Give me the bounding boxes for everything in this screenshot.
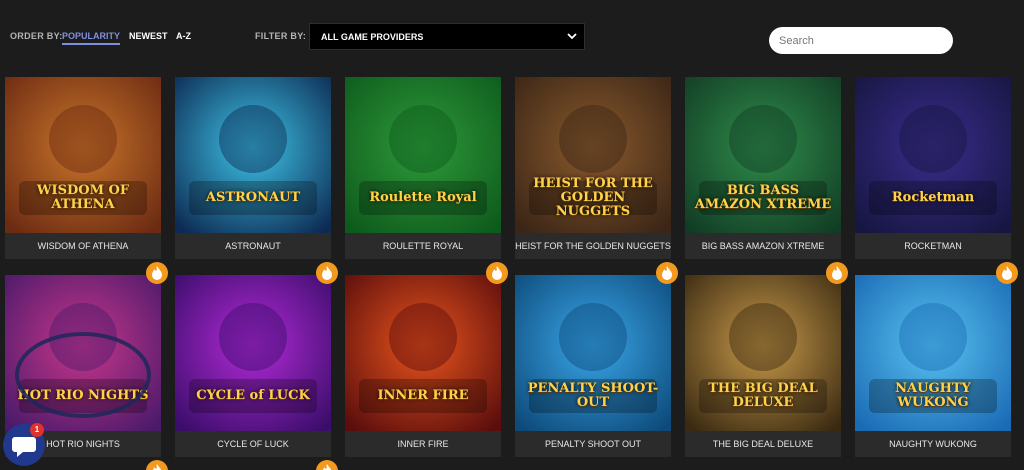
sort-filter-toolbar: ORDER BY: POPULARITY NEWEST A-Z FILTER B… — [0, 0, 1024, 72]
game-thumbnail[interactable]: HEIST FOR THE GOLDEN NUGGETS — [515, 77, 671, 233]
game-thumbnail[interactable]: PENALTY SHOOT-OUT — [515, 275, 671, 431]
game-art-title: THE BIG DEAL DELUXE — [708, 381, 818, 410]
game-card[interactable]: PENALTY SHOOT-OUT PENALTY SHOOT OUT — [515, 275, 671, 457]
game-art-title: HOT RIO NIGHTS — [17, 388, 149, 403]
order-newest-option[interactable]: NEWEST — [129, 31, 168, 41]
game-card[interactable]: NAUGHTY WUKONG NAUGHTY WUKONG — [855, 275, 1011, 457]
game-thumbnail[interactable]: CYCLE of LUCK — [175, 275, 331, 431]
game-thumbnail[interactable]: WISDOM OF ATHENA — [5, 77, 161, 233]
game-card[interactable]: THE BIG DEAL DELUXE THE BIG DEAL DELUXE — [685, 275, 841, 457]
game-thumbnail[interactable]: BIG BASS AMAZON XTREME — [685, 77, 841, 233]
game-title[interactable]: NAUGHTY WUKONG — [855, 431, 1011, 457]
game-title[interactable]: CYCLE OF LUCK — [175, 431, 331, 457]
game-thumbnail[interactable]: NAUGHTY WUKONG — [855, 275, 1011, 431]
game-card[interactable]: INNER FIRE INNER FIRE — [345, 275, 501, 457]
hot-flame-icon — [826, 262, 848, 284]
game-art-title: HEIST FOR THE GOLDEN NUGGETS — [533, 176, 653, 219]
game-title[interactable]: WISDOM OF ATHENA — [5, 233, 161, 259]
game-art-title: BIG BASS AMAZON XTREME — [694, 183, 832, 212]
game-art-title: WISDOM OF ATHENA — [36, 183, 130, 212]
order-az-option[interactable]: A-Z — [176, 31, 191, 41]
provider-filter-value: ALL GAME PROVIDERS — [321, 32, 424, 42]
game-art-title: ASTRONAUT — [205, 190, 301, 205]
hot-flame-icon — [146, 460, 168, 470]
game-card[interactable]: ASTRONAUT ASTRONAUT — [175, 77, 331, 259]
search-input[interactable] — [769, 27, 953, 54]
game-card[interactable]: WISDOM OF ATHENA WISDOM OF ATHENA — [5, 77, 161, 259]
game-art-title: NAUGHTY WUKONG — [895, 381, 971, 410]
order-popularity-option[interactable]: POPULARITY — [62, 31, 121, 45]
game-card[interactable]: Roulette Royal ROULETTE ROYAL — [345, 77, 501, 259]
game-title[interactable]: INNER FIRE — [345, 431, 501, 457]
hot-flame-icon — [316, 262, 338, 284]
game-title[interactable]: BIG BASS AMAZON XTREME — [685, 233, 841, 259]
game-thumbnail[interactable]: THE BIG DEAL DELUXE — [685, 275, 841, 431]
chat-notification-badge: 1 — [30, 423, 44, 437]
game-card[interactable]: CYCLE of LUCK CYCLE OF LUCK — [175, 275, 331, 457]
game-card[interactable]: HEIST FOR THE GOLDEN NUGGETS HEIST FOR TH… — [515, 77, 671, 259]
game-thumbnail[interactable]: INNER FIRE — [345, 275, 501, 431]
game-card[interactable]: Rocketman ROCKETMAN — [855, 77, 1011, 259]
hot-flame-icon — [656, 262, 678, 284]
game-thumbnail[interactable]: ASTRONAUT — [175, 77, 331, 233]
game-thumbnail[interactable]: Roulette Royal — [345, 77, 501, 233]
game-art-title: CYCLE of LUCK — [196, 388, 310, 403]
game-title[interactable]: PENALTY SHOOT OUT — [515, 431, 671, 457]
game-art-title: PENALTY SHOOT-OUT — [527, 381, 659, 410]
provider-filter-select[interactable]: ALL GAME PROVIDERS — [309, 23, 585, 50]
game-title[interactable]: ASTRONAUT — [175, 233, 331, 259]
chevron-down-icon — [567, 33, 577, 40]
game-art-title: Rocketman — [891, 190, 975, 205]
hot-flame-icon — [146, 262, 168, 284]
game-card[interactable]: BIG BASS AMAZON XTREME BIG BASS AMAZON XT… — [685, 77, 841, 259]
game-title[interactable]: THE BIG DEAL DELUXE — [685, 431, 841, 457]
hot-flame-icon — [996, 262, 1018, 284]
hot-flame-icon — [316, 460, 338, 470]
order-by-label: ORDER BY: — [10, 31, 63, 41]
game-thumbnail[interactable]: HOT RIO NIGHTS — [5, 275, 161, 431]
game-title[interactable]: ROCKETMAN — [855, 233, 1011, 259]
game-art-title: INNER FIRE — [377, 388, 469, 403]
hot-flame-icon — [486, 262, 508, 284]
game-art-title: Roulette Royal — [369, 190, 477, 205]
game-title[interactable]: ROULETTE ROYAL — [345, 233, 501, 259]
game-title[interactable]: HEIST FOR THE GOLDEN NUGGETS — [515, 233, 671, 259]
game-thumbnail[interactable]: Rocketman — [855, 77, 1011, 233]
filter-by-label: FILTER BY: — [255, 31, 307, 41]
